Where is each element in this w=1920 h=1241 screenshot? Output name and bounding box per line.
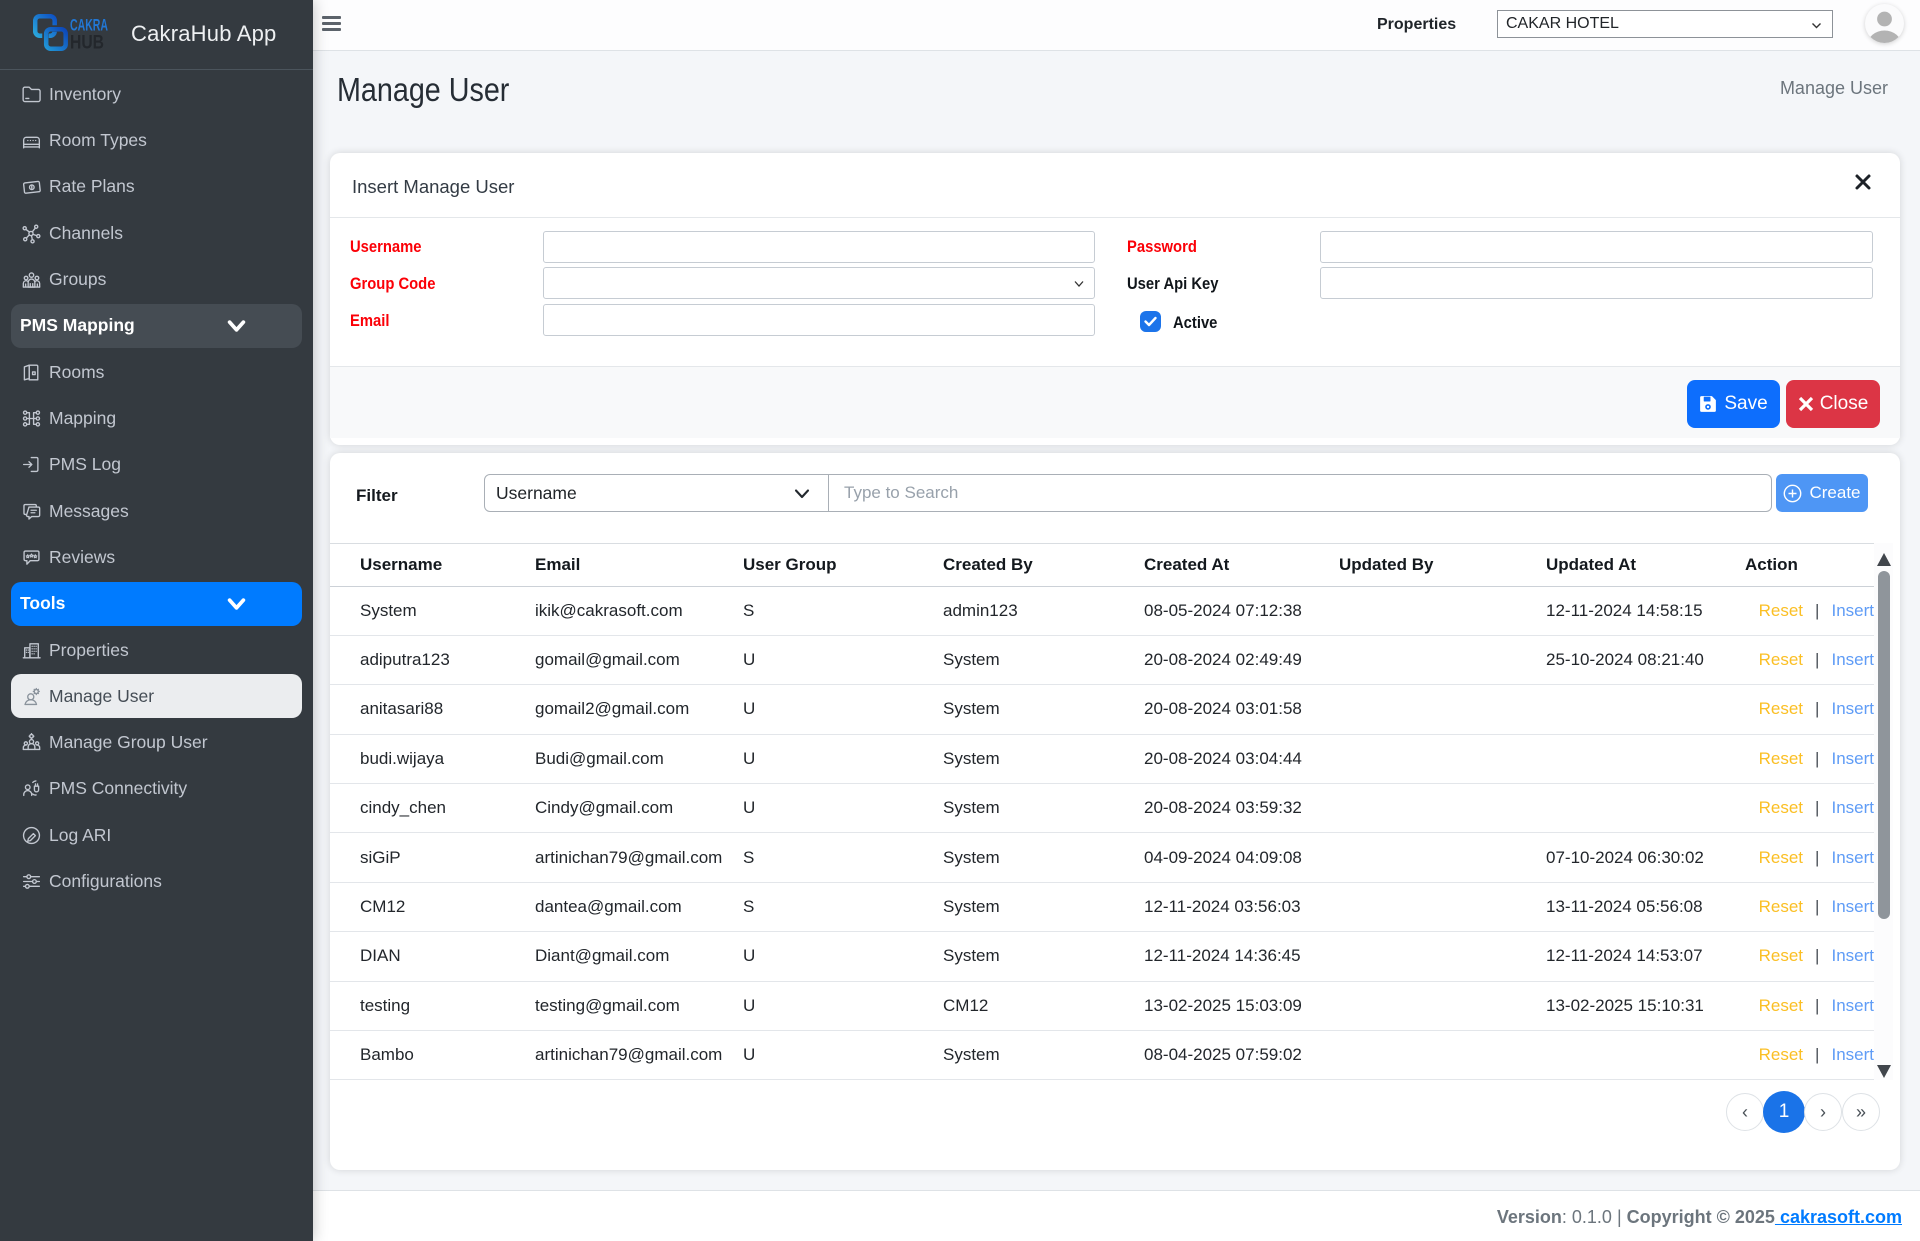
svg-text:HUB: HUB [70, 33, 104, 54]
